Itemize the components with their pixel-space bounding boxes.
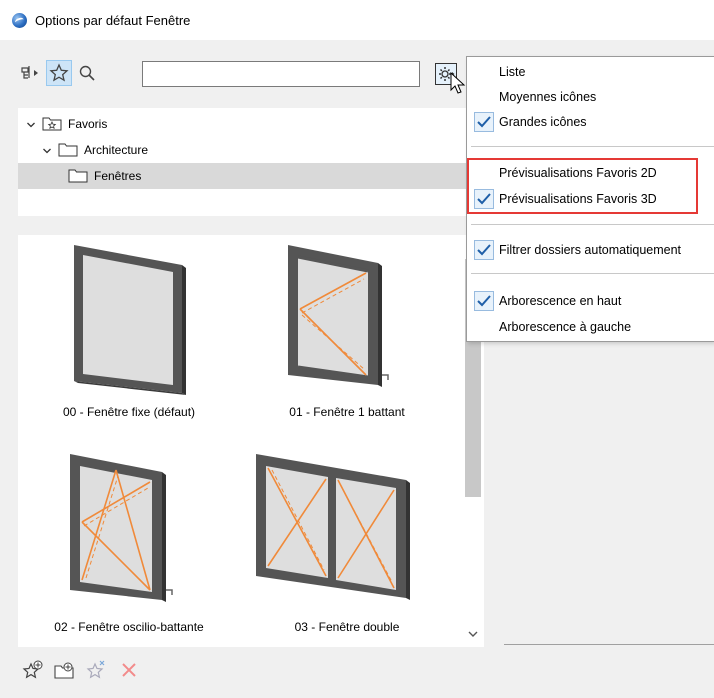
delete-icon[interactable] bbox=[114, 656, 144, 684]
menu-item-arborescence-gauche[interactable]: Arborescence à gauche bbox=[467, 315, 714, 339]
window-3d-preview bbox=[256, 454, 410, 600]
folder-icon bbox=[58, 143, 78, 157]
favorite-item-label: 00 - Fenêtre fixe (défaut) bbox=[62, 405, 196, 419]
favorites-bottom-toolbar bbox=[18, 652, 146, 688]
favorites-panel: Favoris Architecture Fenêtres 00 - Fenêt… bbox=[0, 40, 484, 698]
menu-item-grandes-icones[interactable]: Grandes icônes bbox=[467, 110, 714, 134]
title-bar: Options par défaut Fenêtre bbox=[0, 0, 714, 40]
favorites-star-icon[interactable] bbox=[46, 60, 72, 86]
new-folder-icon[interactable] bbox=[50, 656, 80, 684]
window-3d-preview bbox=[74, 245, 186, 395]
folder-icon bbox=[68, 169, 88, 183]
divider bbox=[504, 644, 714, 645]
favorite-item-label: 03 - Fenêtre double bbox=[294, 620, 400, 634]
window-3d-preview bbox=[288, 245, 389, 387]
chevron-down-icon[interactable] bbox=[42, 145, 52, 155]
menu-separator bbox=[471, 224, 714, 225]
window-title: Options par défaut Fenêtre bbox=[35, 12, 191, 28]
favorite-item[interactable]: 03 - Fenêtre double bbox=[242, 450, 452, 650]
chevron-down-icon[interactable] bbox=[26, 119, 36, 129]
favorite-item[interactable]: 01 - Fenêtre 1 battant bbox=[242, 235, 452, 435]
menu-item-label: Arborescence en haut bbox=[499, 294, 622, 308]
menu-item-filtrer-dossiers[interactable]: Filtrer dossiers automatiquement bbox=[467, 238, 714, 262]
window-3d-preview bbox=[70, 454, 173, 602]
archicad-app-icon bbox=[12, 12, 27, 28]
checkmark-icon bbox=[474, 112, 494, 132]
menu-separator bbox=[471, 273, 714, 274]
tree-item-label: Fenêtres bbox=[94, 169, 142, 183]
menu-item-label: Grandes icônes bbox=[499, 115, 587, 129]
menu-item-label: Arborescence à gauche bbox=[499, 320, 632, 334]
favorites-preview-grid: 00 - Fenêtre fixe (défaut) 01 - Fenêtre … bbox=[18, 235, 484, 647]
highlight-box bbox=[467, 158, 698, 214]
search-input[interactable] bbox=[142, 61, 420, 87]
favorite-item-label: 02 - Fenêtre oscilio-battante bbox=[54, 620, 204, 634]
menu-item-label: Liste bbox=[499, 65, 526, 79]
menu-item-label: Filtrer dossiers automatiquement bbox=[499, 243, 682, 257]
checkmark-icon bbox=[474, 240, 494, 260]
menu-item-liste[interactable]: Liste bbox=[467, 60, 714, 84]
favorite-item[interactable]: 00 - Fenêtre fixe (défaut) bbox=[24, 235, 234, 435]
tree-item-label: Favoris bbox=[68, 117, 108, 131]
favorites-folder-icon bbox=[42, 117, 62, 131]
search-icon[interactable] bbox=[74, 60, 100, 86]
folder-tree: Favoris Architecture Fenêtres bbox=[18, 108, 484, 216]
favorite-item[interactable]: 02 - Fenêtre oscilio-battante bbox=[24, 450, 234, 650]
add-favorite-icon[interactable] bbox=[18, 656, 48, 684]
tree-item-label: Architecture bbox=[84, 143, 149, 157]
checkmark-icon bbox=[474, 291, 494, 311]
tree-item-favoris[interactable]: Favoris bbox=[18, 111, 484, 137]
menu-item-label: Moyennes icônes bbox=[499, 90, 597, 104]
favorite-item-label: 01 - Fenêtre 1 battant bbox=[289, 405, 405, 419]
menu-item-arborescence-haut[interactable]: Arborescence en haut bbox=[467, 289, 714, 313]
menu-item-moyennes-icones[interactable]: Moyennes icônes bbox=[467, 85, 714, 109]
tree-item-architecture[interactable]: Architecture bbox=[18, 137, 484, 163]
scroll-down-icon[interactable] bbox=[462, 623, 484, 645]
mouse-cursor-icon bbox=[450, 72, 466, 94]
redefine-favorite-icon[interactable] bbox=[82, 656, 112, 684]
favorites-toolbar bbox=[18, 58, 102, 88]
tree-toggle-icon[interactable] bbox=[18, 60, 44, 86]
menu-separator bbox=[471, 146, 714, 147]
tree-item-fenetres[interactable]: Fenêtres bbox=[18, 163, 484, 189]
